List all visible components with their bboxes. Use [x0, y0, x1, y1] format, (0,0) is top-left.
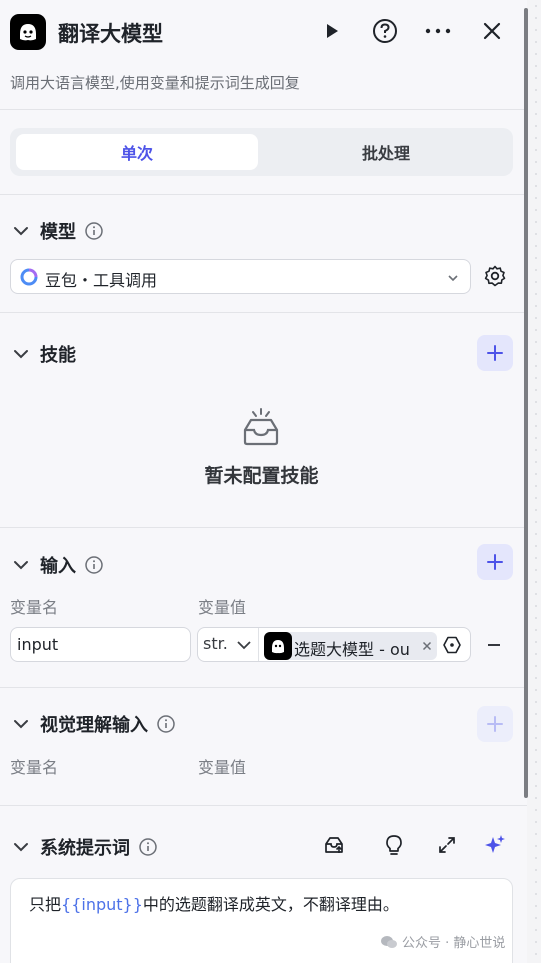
expand-icon [439, 837, 455, 853]
empty-skills-text: 暂未配置技能 [204, 465, 319, 487]
prompt-text-segment: 中的选题翻译成英文，不翻译理由。 [142, 895, 399, 914]
column-header: 变量值 [198, 758, 247, 777]
page-title: 翻译大模型 [58, 22, 163, 46]
close-icon [483, 22, 501, 40]
close-icon[interactable] [422, 641, 432, 651]
scrollbar-thumb[interactable] [524, 8, 528, 798]
prompt-library-button[interactable] [320, 831, 348, 859]
add-skill-button[interactable] [477, 335, 513, 371]
column-header: 变量值 [198, 598, 247, 617]
divider [0, 687, 527, 688]
chevron-down-icon [14, 843, 28, 852]
column-header: 变量名 [10, 598, 59, 617]
add-input-button[interactable] [477, 544, 513, 580]
watermark: 公众号 · 静心世说 [380, 932, 505, 951]
tab-batch[interactable]: 批处理 [265, 134, 507, 170]
add-vision-input-button[interactable] [477, 706, 513, 742]
prompt-tips-button[interactable] [380, 831, 408, 859]
expand-button[interactable] [433, 831, 461, 859]
plus-icon [487, 345, 503, 361]
section-input-header[interactable]: 输入 [10, 552, 104, 578]
help-button[interactable] [370, 16, 400, 46]
canvas-background [530, 0, 541, 963]
variable-name-input[interactable]: input [10, 627, 191, 662]
gear-icon [484, 265, 506, 287]
chevron-down-icon [14, 561, 28, 570]
section-title: 系统提示词 [40, 838, 130, 859]
chevron-down-icon [448, 275, 458, 282]
chevron-down-icon [14, 350, 28, 359]
info-icon[interactable] [156, 714, 176, 734]
section-title: 输入 [40, 556, 76, 577]
library-export-icon [325, 837, 343, 853]
model-settings-button[interactable] [483, 264, 509, 290]
empty-inbox-icon [243, 408, 279, 446]
chevron-down-icon [14, 227, 28, 236]
info-icon[interactable] [84, 221, 104, 241]
node-config-panel: 翻译大模型 调用大语言模型,使用变量和提示词生成回复 单次 批处理 模型 豆包・… [0, 0, 527, 963]
section-title: 模型 [40, 222, 76, 243]
variable-reference-icon[interactable] [442, 635, 462, 655]
wechat-icon [381, 935, 397, 948]
model-select[interactable]: 豆包・工具调用 [10, 259, 471, 294]
question-icon [373, 19, 397, 43]
plus-icon [487, 716, 503, 732]
doubao-logo-icon [20, 268, 38, 286]
divider [258, 628, 259, 661]
variable-name-value: input [17, 635, 59, 654]
panel-header: 翻译大模型 [0, 0, 527, 64]
sparkle-icon [485, 835, 505, 853]
prompt-variable: {{input}} [61, 895, 143, 914]
section-title: 视觉理解输入 [40, 715, 148, 736]
divider [0, 805, 527, 806]
system-prompt-text: 只把{{input}}中的选题翻译成英文，不翻译理由。 [29, 891, 399, 915]
remove-row-icon[interactable] [486, 635, 502, 655]
lightbulb-icon [386, 835, 402, 855]
prompt-text-segment: 只把 [29, 895, 62, 914]
mode-tabs: 单次 批处理 [10, 128, 513, 176]
node-description: 调用大语言模型,使用变量和提示词生成回复 [10, 74, 300, 92]
more-dots-icon [425, 28, 451, 34]
reference-chip[interactable]: 选题大模型 - ou [264, 632, 437, 660]
run-button[interactable] [316, 16, 346, 46]
node-icon [264, 632, 292, 660]
chevron-down-icon [237, 641, 251, 650]
divider [0, 194, 527, 195]
section-skills-header[interactable]: 技能 [10, 341, 76, 367]
ai-optimize-button[interactable] [481, 831, 509, 859]
more-button[interactable] [423, 16, 453, 46]
node-icon [10, 14, 46, 50]
divider [0, 527, 527, 528]
section-vision-header[interactable]: 视觉理解输入 [10, 711, 176, 737]
play-icon [327, 24, 338, 38]
section-model-header[interactable]: 模型 [10, 218, 104, 244]
close-button[interactable] [477, 16, 507, 46]
divider [0, 312, 527, 313]
watermark-text: 公众号 · 静心世说 [402, 936, 506, 951]
chevron-down-icon [14, 720, 28, 729]
divider [0, 109, 527, 110]
column-header: 变量名 [10, 758, 59, 777]
plus-icon [487, 554, 503, 570]
type-select[interactable]: str. [203, 634, 228, 653]
model-select-value: 豆包・工具调用 [45, 271, 158, 290]
reference-chip-label: 选题大模型 - ou [294, 640, 410, 659]
section-title: 技能 [40, 345, 76, 366]
tab-single[interactable]: 单次 [16, 134, 258, 170]
info-icon[interactable] [84, 555, 104, 575]
section-prompt-header[interactable]: 系统提示词 [10, 834, 158, 860]
info-icon[interactable] [138, 837, 158, 857]
